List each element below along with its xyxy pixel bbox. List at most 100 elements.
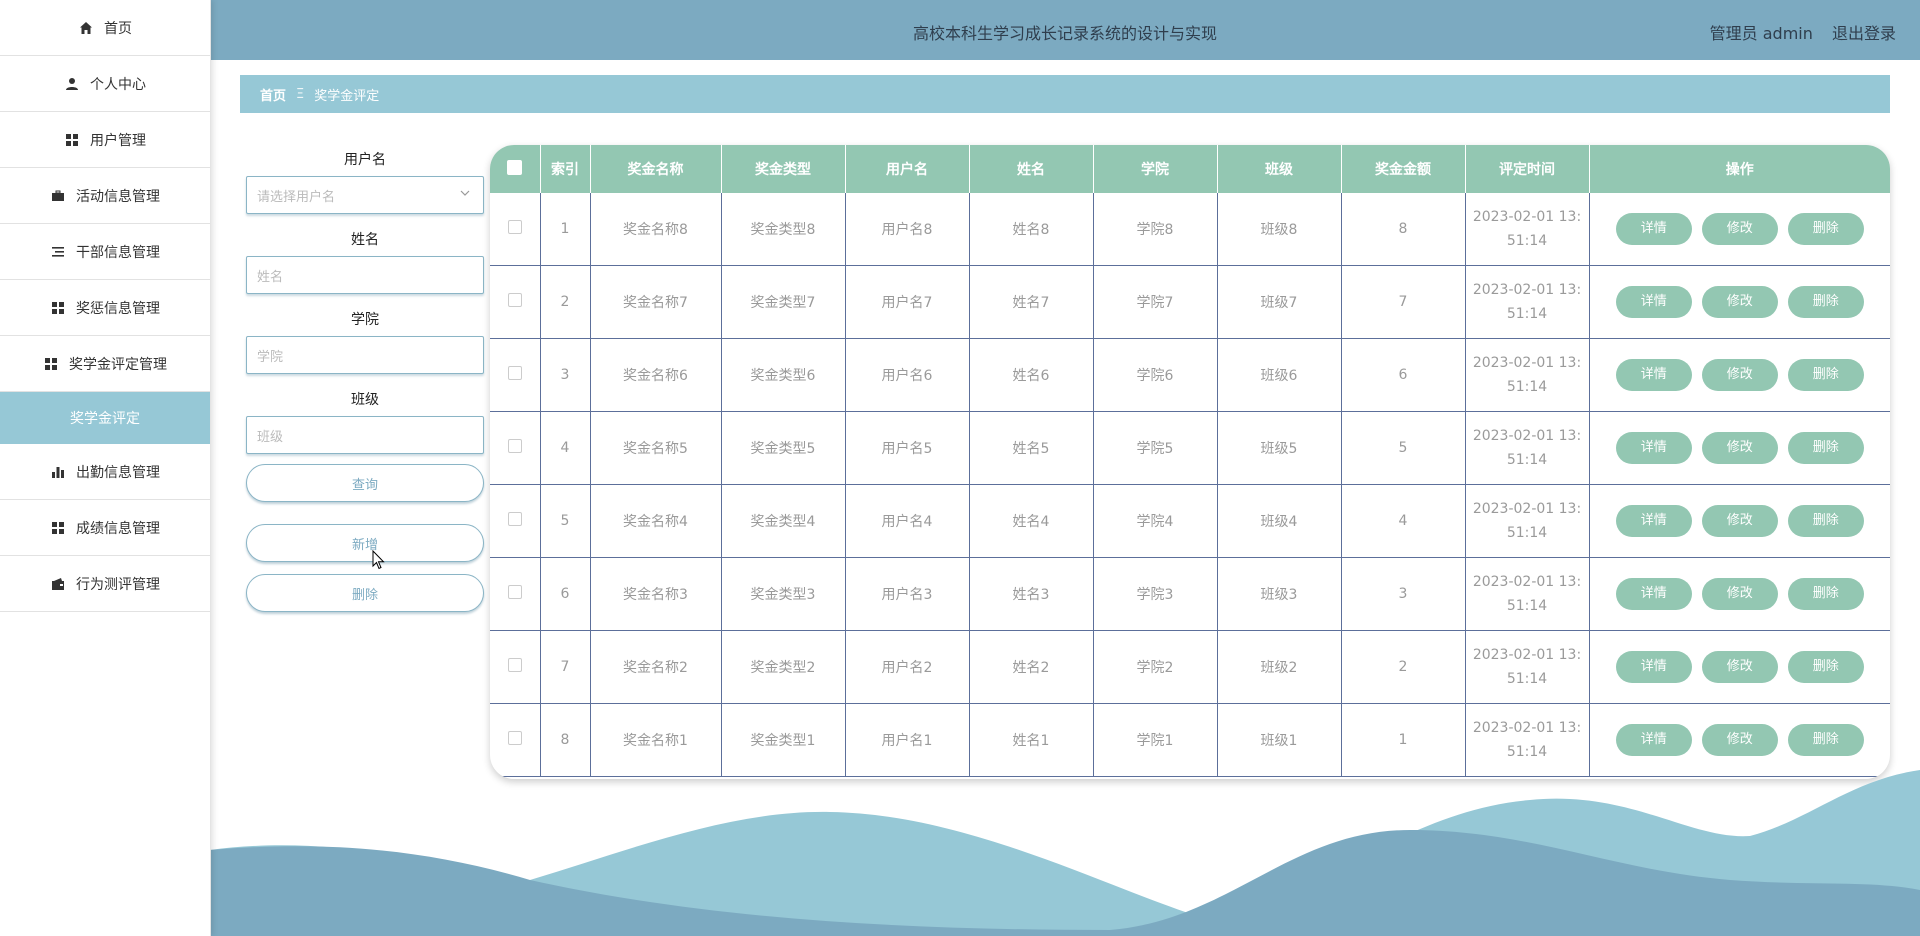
sidebar-item-user-management[interactable]: 用户管理: [0, 112, 210, 168]
select-all-checkbox[interactable]: [490, 145, 541, 193]
row-checkbox[interactable]: [490, 411, 541, 485]
delete-button[interactable]: 删除: [1787, 651, 1864, 683]
cell-username: 用户名8: [845, 193, 970, 266]
edit-button[interactable]: 修改: [1701, 651, 1778, 683]
edit-button[interactable]: 修改: [1701, 432, 1778, 464]
cell-college: 学院3: [1093, 557, 1218, 631]
delete-button[interactable]: 删除: [1787, 213, 1864, 245]
row-checkbox[interactable]: [490, 338, 541, 412]
detail-button[interactable]: 详情: [1615, 213, 1692, 245]
delete-button[interactable]: 删除: [1787, 432, 1864, 464]
delete-button[interactable]: 删除: [1787, 724, 1864, 756]
delete-selected-button[interactable]: 删除: [246, 574, 484, 612]
table-row: 8 奖金名称1 奖金类型1 用户名1 姓名1 学院1 班级1 1 2023-02-01 13: 5…: [490, 703, 1890, 777]
edit-button[interactable]: 修改: [1701, 359, 1778, 391]
cell-actions: 详情 修改 删除: [1589, 265, 1890, 339]
sidebar-subitem-scholarship-evaluation[interactable]: 奖学金评定: [0, 392, 210, 444]
sidebar-item-personal-center[interactable]: 个人中心: [0, 56, 210, 112]
cell-college: 学院4: [1093, 484, 1218, 558]
detail-button[interactable]: 详情: [1615, 432, 1692, 464]
sidebar-item-reward-management[interactable]: 奖惩信息管理: [0, 280, 210, 336]
home-icon: [78, 20, 94, 36]
breadcrumb: 首页 Ξ 奖学金评定: [240, 75, 1890, 113]
row-checkbox[interactable]: [490, 484, 541, 558]
sidebar-item-label: 成绩信息管理: [76, 520, 160, 537]
edit-button[interactable]: 修改: [1701, 578, 1778, 610]
sidebar-item-home[interactable]: 首页: [0, 0, 210, 56]
detail-button[interactable]: 详情: [1615, 505, 1692, 537]
cell-index: 2: [540, 265, 591, 339]
detail-button[interactable]: 详情: [1615, 578, 1692, 610]
cell-index: 7: [540, 630, 591, 704]
cell-award-name: 奖金名称8: [590, 193, 722, 266]
breadcrumb-home[interactable]: 首页: [260, 85, 286, 104]
delete-button[interactable]: 删除: [1787, 505, 1864, 537]
table-row: 3 奖金名称6 奖金类型6 用户名6 姓名6 学院6 班级6 6 2023-02-01 13: 5…: [490, 338, 1890, 412]
sidebar-item-label: 奖学金评定管理: [69, 356, 167, 373]
class-placeholder: 班级: [257, 429, 284, 445]
detail-button[interactable]: 详情: [1615, 286, 1692, 318]
bar-chart-icon: [50, 464, 66, 480]
sidebar-item-grade-management[interactable]: 成绩信息管理: [0, 500, 210, 556]
table-row: 6 奖金名称3 奖金类型3 用户名3 姓名3 学院3 班级3 3 2023-02-01 13: 5…: [490, 557, 1890, 631]
username-placeholder: 请选择用户名: [257, 189, 336, 205]
edit-button[interactable]: 修改: [1701, 724, 1778, 756]
sidebar-item-activity-management[interactable]: 活动信息管理: [0, 168, 210, 224]
scholarship-table: 索引 奖金名称 奖金类型 用户名 姓名 学院 班级 奖金金额 评定时间 操作 1…: [490, 145, 1890, 779]
cell-username: 用户名6: [845, 338, 970, 412]
sidebar-item-attendance-management[interactable]: 出勤信息管理: [0, 444, 210, 500]
delete-button[interactable]: 删除: [1787, 359, 1864, 391]
column-header: 班级: [1217, 145, 1342, 193]
grid-icon: [50, 300, 66, 316]
sidebar-item-label: 首页: [104, 20, 132, 37]
cell-award-type: 奖金类型2: [721, 630, 846, 704]
college-input[interactable]: 学院: [246, 336, 484, 374]
class-input[interactable]: 班级: [246, 416, 484, 454]
delete-button[interactable]: 删除: [1787, 286, 1864, 318]
name-input[interactable]: 姓名: [246, 256, 484, 294]
cell-college: 学院1: [1093, 703, 1218, 777]
cell-evaluation-time: 2023-02-01 13: 51:14: [1465, 557, 1590, 631]
chevron-down-icon: [459, 187, 471, 202]
row-checkbox[interactable]: [490, 703, 541, 777]
cell-award-type: 奖金类型8: [721, 193, 846, 266]
user-label: 管理员 admin: [1709, 24, 1813, 43]
cell-award-name: 奖金名称2: [590, 630, 722, 704]
detail-button[interactable]: 详情: [1615, 359, 1692, 391]
username-select[interactable]: 请选择用户名: [246, 176, 484, 214]
detail-button[interactable]: 详情: [1615, 651, 1692, 683]
edit-button[interactable]: 修改: [1701, 286, 1778, 318]
sidebar-item-cadre-management[interactable]: 干部信息管理: [0, 224, 210, 280]
cell-evaluation-time: 2023-02-01 13: 51:14: [1465, 193, 1590, 266]
cell-username: 用户名7: [845, 265, 970, 339]
time-line-1: 2023-02-01 13:: [1472, 574, 1582, 590]
time-line-2: 51:14: [1506, 379, 1548, 395]
edit-button[interactable]: 修改: [1701, 505, 1778, 537]
briefcase-icon: [50, 188, 66, 204]
cell-college: 学院5: [1093, 411, 1218, 485]
cell-evaluation-time: 2023-02-01 13: 51:14: [1465, 703, 1590, 777]
query-button[interactable]: 查询: [246, 464, 484, 502]
row-checkbox[interactable]: [490, 193, 541, 266]
row-checkbox[interactable]: [490, 630, 541, 704]
cell-college: 学院6: [1093, 338, 1218, 412]
add-button[interactable]: 新增: [246, 524, 484, 562]
detail-button[interactable]: 详情: [1615, 724, 1692, 756]
row-checkbox[interactable]: [490, 557, 541, 631]
cell-award-name: 奖金名称7: [590, 265, 722, 339]
wallet-icon: [50, 576, 66, 592]
grid-icon: [64, 132, 80, 148]
edit-button[interactable]: 修改: [1701, 213, 1778, 245]
sidebar-item-behavior-evaluation[interactable]: 行为测评管理: [0, 556, 210, 612]
cell-evaluation-time: 2023-02-01 13: 51:14: [1465, 411, 1590, 485]
cell-name: 姓名3: [969, 557, 1094, 631]
sidebar-item-label: 个人中心: [90, 76, 146, 93]
logout-link[interactable]: 退出登录: [1832, 24, 1896, 43]
cell-actions: 详情 修改 删除: [1589, 411, 1890, 485]
cell-actions: 详情 修改 删除: [1589, 484, 1890, 558]
sidebar-item-scholarship-management[interactable]: 奖学金评定管理: [0, 336, 210, 392]
delete-button[interactable]: 删除: [1787, 578, 1864, 610]
row-checkbox[interactable]: [490, 265, 541, 339]
time-line-2: 51:14: [1506, 525, 1548, 541]
cell-name: 姓名4: [969, 484, 1094, 558]
